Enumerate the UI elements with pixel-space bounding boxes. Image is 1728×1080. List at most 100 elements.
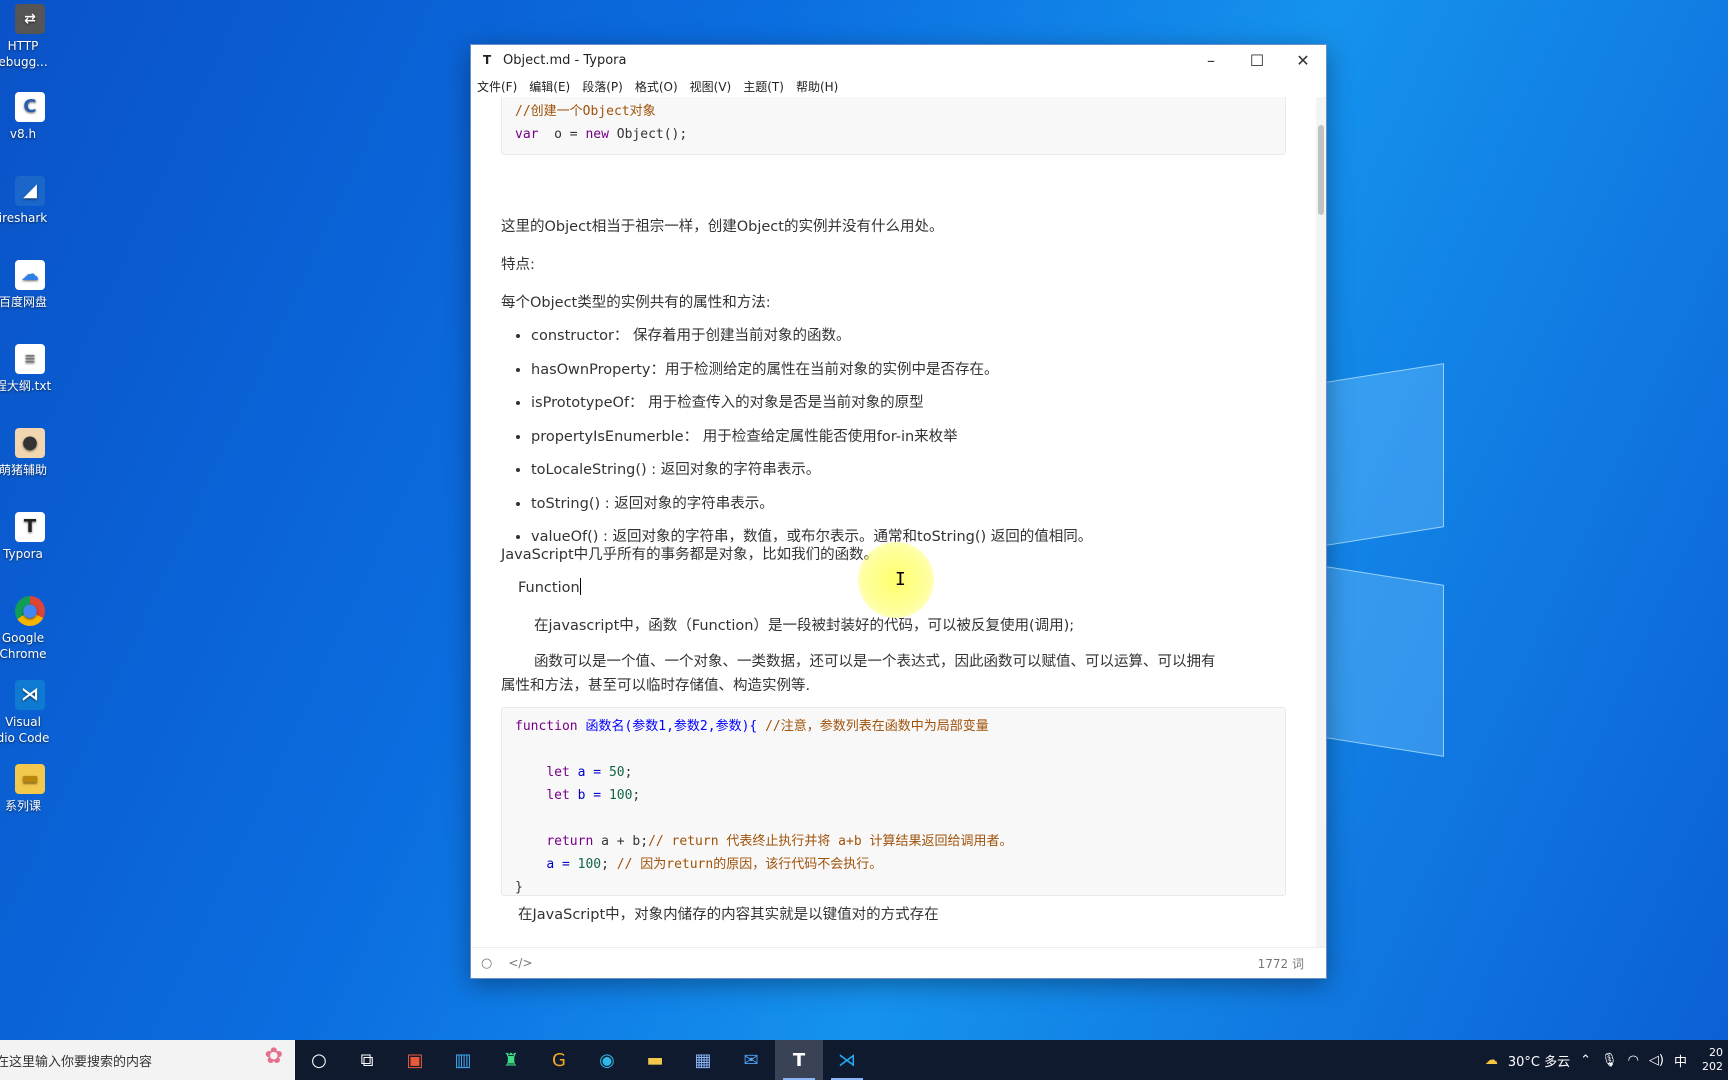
taskbar-search-box[interactable]: 在这里输入你要搜索的内容 ✿ <box>0 1040 295 1080</box>
task-view-icon[interactable]: ⧉ <box>343 1040 391 1080</box>
menu-theme[interactable]: 主题(T) <box>743 78 784 95</box>
clock-time: 20 <box>1709 1046 1723 1059</box>
clock-date: 202 <box>1702 1060 1723 1073</box>
menu-view[interactable]: 视图(V) <box>690 78 732 95</box>
code-block-function[interactable]: function 函数名(参数1,参数2,参数){ //注意，参数列表在函数中为… <box>501 707 1286 896</box>
desktop-icon-series-folder[interactable]: ▬ 系列课 <box>0 764 60 814</box>
store-icon[interactable]: ▦ <box>679 1040 727 1080</box>
typora-icon: T <box>15 512 45 542</box>
code-block-object[interactable]: //创建一个Object对象 var o = new Object(); <box>501 97 1286 155</box>
code-text: a + b; <box>593 834 649 849</box>
code-keyword: let <box>546 765 570 780</box>
vscode-icon: ⋊ <box>15 680 45 710</box>
title-bar[interactable]: T Object.md - Typora – ☐ ✕ <box>471 45 1326 75</box>
desktop-icon-vscode[interactable]: ⋊ Visual dio Code <box>0 680 60 746</box>
menu-format[interactable]: 格式(O) <box>635 78 678 95</box>
file-explorer-icon[interactable]: ▬ <box>631 1040 679 1080</box>
taskbar-app-g-icon[interactable]: G <box>535 1040 583 1080</box>
code-number: 100 <box>608 788 633 803</box>
list-item: toLocaleString() : 返回对象的字符串表示。 <box>531 454 1092 488</box>
list-item: constructor： 保存着用于创建当前对象的函数。 <box>531 320 1092 354</box>
word-count[interactable]: 1772 词 <box>1258 955 1304 972</box>
code-comment: // 因为return的原因，该行代码不会执行。 <box>616 857 883 872</box>
code-text: ; <box>632 788 641 803</box>
taskbar-app-building-icon[interactable]: ▥ <box>439 1040 487 1080</box>
paragraph: 属性和方法，甚至可以临时存储值、构造实例等. <box>501 678 811 694</box>
volume-icon[interactable]: ◁) <box>1649 1053 1664 1068</box>
taskbar-app-photo-icon[interactable]: ▣ <box>391 1040 439 1080</box>
maximize-button[interactable]: ☐ <box>1234 51 1280 70</box>
desktop-icon-typora[interactable]: T Typora <box>0 512 60 562</box>
vertical-scrollbar[interactable] <box>1316 97 1326 948</box>
outline-toggle-icon[interactable]: ○ <box>481 956 492 971</box>
desktop-icon-http-debugger[interactable]: ⇄ HTTP ebugg... <box>0 4 60 70</box>
chrome-icon: ● <box>15 596 45 626</box>
paragraph: 这里的Object相当于祖宗一样，创建Object的实例并没有什么用处。 <box>501 219 944 235</box>
code-keyword: let <box>546 788 570 803</box>
code-text: a = <box>569 765 609 780</box>
code-text: } <box>515 880 523 895</box>
menu-edit[interactable]: 编辑(E) <box>529 78 570 95</box>
typora-window: T Object.md - Typora – ☐ ✕ 文件(F) 编辑(E) 段… <box>470 44 1327 979</box>
microphone-icon[interactable]: 🎙 <box>1601 1053 1618 1068</box>
paragraph: 在JavaScript中，对象内储存的内容其实就是以键值对的方式存在 <box>518 907 939 923</box>
code-comment: // return 代表终止执行并将 a+b 计算结果返回给调用者。 <box>648 834 1013 849</box>
desktop-icon-pig-helper[interactable]: ● 萌猪辅助 <box>0 428 60 478</box>
editor-content[interactable]: //创建一个Object对象 var o = new Object(); 这里的… <box>471 97 1326 948</box>
code-text: ; <box>601 857 617 872</box>
window-title: Object.md - Typora <box>503 52 627 68</box>
cortana-icon[interactable]: ○ <box>295 1040 343 1080</box>
bullet-list: constructor： 保存着用于创建当前对象的函数。 hasOwnPrope… <box>501 320 1092 555</box>
search-placeholder: 在这里输入你要搜索的内容 <box>0 1054 153 1070</box>
taskbar: 在这里输入你要搜索的内容 ✿ ○ ⧉ ▣ ▥ ♜ G ◉ ▬ ▦ ✉ T ⋊ ☁… <box>0 1040 1728 1080</box>
pig-helper-icon: ● <box>15 428 45 458</box>
list-item: toString() : 返回对象的字符串表示。 <box>531 488 1092 522</box>
clock[interactable]: 20 202 <box>1697 1046 1728 1074</box>
code-text: a = <box>546 857 578 872</box>
taskbar-typora-icon[interactable]: T <box>775 1040 823 1080</box>
http-debugger-icon: ⇄ <box>15 4 45 34</box>
minimize-button[interactable]: – <box>1188 51 1234 70</box>
code-keyword: new <box>585 127 609 142</box>
desktop-icon-txt-file[interactable]: ≡ 程大纲.txt <box>0 344 60 394</box>
code-number: 100 <box>577 857 602 872</box>
code-text: ; <box>624 765 633 780</box>
taskbar-app-android-icon[interactable]: ♜ <box>487 1040 535 1080</box>
search-decoration-icon: ✿ <box>264 1044 283 1069</box>
list-item: isPrototypeOf： 用于检查传入的对象是否是当前对象的原型 <box>531 387 1092 421</box>
c-file-icon: C <box>15 92 45 122</box>
menu-help[interactable]: 帮助(H) <box>796 78 838 95</box>
system-tray: ☁ 30°C 多云 ⌃ 🎙 ◠ ◁) 中 20 202 <box>1480 1046 1728 1074</box>
menu-paragraph[interactable]: 段落(P) <box>582 78 623 95</box>
desktop-icon-baidu-netdisk[interactable]: ☁ 百度网盘 <box>0 260 60 310</box>
text-cursor <box>579 578 581 595</box>
code-text: b = <box>569 788 609 803</box>
weather-text[interactable]: 30°C 多云 <box>1508 1051 1570 1070</box>
close-button[interactable]: ✕ <box>1280 51 1326 70</box>
edge-icon[interactable]: ◉ <box>583 1040 631 1080</box>
menu-bar: 文件(F) 编辑(E) 段落(P) 格式(O) 视图(V) 主题(T) 帮助(H… <box>471 75 1326 97</box>
mail-icon[interactable]: ✉ <box>727 1040 775 1080</box>
input-method-indicator[interactable]: 中 <box>1674 1051 1687 1070</box>
desktop-icon-wireshark[interactable]: ◢ ireshark <box>0 176 60 226</box>
paragraph: JavaScript中几乎所有的事务都是对象，比如我们的函数。 <box>501 547 879 563</box>
code-comment: //注意，参数列表在函数中为局部变量 <box>765 719 989 734</box>
paragraph: 每个Object类型的实例共有的属性和方法: <box>501 295 771 311</box>
list-item: hasOwnProperty：用于检测给定的属性在当前对象的实例中是否存在。 <box>531 354 1092 388</box>
code-keyword: var <box>515 127 539 142</box>
desktop-icon-v8h[interactable]: C v8.h <box>0 92 60 142</box>
show-hidden-icons-icon[interactable]: ⌃ <box>1580 1053 1591 1068</box>
weather-icon: ☁ <box>1484 1052 1498 1068</box>
status-bar: ○ </> 1772 词 <box>471 947 1326 978</box>
scrollbar-thumb[interactable] <box>1318 125 1324 215</box>
menu-file[interactable]: 文件(F) <box>477 78 517 95</box>
network-icon[interactable]: ◠ <box>1628 1053 1639 1068</box>
source-code-mode-icon[interactable]: </> <box>508 956 532 970</box>
function-heading-text: Function <box>518 580 580 596</box>
desktop-icon-chrome[interactable]: ● Google Chrome <box>0 596 60 662</box>
wireshark-icon: ◢ <box>15 176 45 206</box>
list-item: propertyIsEnumerble： 用于检查给定属性能否使用for-in来… <box>531 421 1092 455</box>
taskbar-vscode-icon[interactable]: ⋊ <box>823 1040 871 1080</box>
code-comment: //创建一个Object对象 <box>515 104 656 119</box>
text-file-icon: ≡ <box>15 344 45 374</box>
